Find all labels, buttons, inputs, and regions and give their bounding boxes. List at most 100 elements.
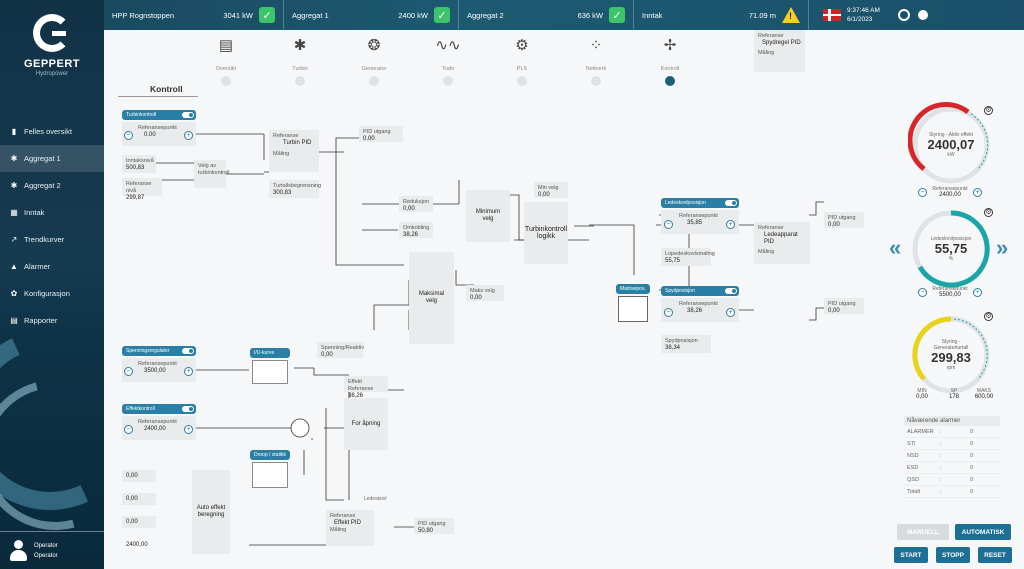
- nav-item-aggregat2[interactable]: ✱ Aggregat 2: [0, 172, 104, 199]
- input-field[interactable]: 0,00: [122, 516, 156, 528]
- block-label: PID utgang: [828, 215, 856, 221]
- gauge-value: 55,75: [934, 241, 968, 256]
- input-field[interactable]: 0,00: [122, 493, 156, 505]
- nav-item-trend[interactable]: ↗ Trendkurver: [0, 226, 104, 253]
- voltage-toggle[interactable]: Spenningsregulator: [122, 346, 196, 356]
- manual-button[interactable]: MANUELL: [897, 524, 949, 540]
- toggle-icon[interactable]: [725, 288, 737, 294]
- status-aggregat2[interactable]: Aggregat 2 636 kW ✓: [459, 0, 634, 30]
- stop-button[interactable]: STOPP: [936, 547, 970, 563]
- matrix-tag[interactable]: Matrisepos.: [616, 284, 650, 294]
- curve-graph-icon[interactable]: [252, 360, 288, 384]
- power-output: PID utgang 50,80: [414, 518, 454, 534]
- plus-icon[interactable]: +: [184, 367, 193, 376]
- matrix-grid-icon[interactable]: [618, 296, 648, 322]
- toggle-icon[interactable]: [725, 200, 737, 206]
- plus-icon[interactable]: +: [184, 425, 193, 434]
- block-value[interactable]: 5500,00: [930, 292, 970, 298]
- nav-item-alarmer[interactable]: ▲ Alarmer: [0, 253, 104, 280]
- power-pid-block[interactable]: Referanse Effekt PID Måling: [326, 510, 374, 546]
- guide-vane-pid-block[interactable]: Referanse Ledeapparat PID Måling: [754, 222, 810, 264]
- minus-icon[interactable]: −: [918, 288, 927, 297]
- droop-graph-icon[interactable]: [252, 462, 288, 488]
- chevron-left-icon[interactable]: «: [889, 235, 901, 261]
- pre-opening-block[interactable]: For åpning: [344, 398, 388, 450]
- toggle-icon[interactable]: [182, 406, 194, 412]
- minus-icon[interactable]: −: [124, 367, 133, 376]
- flag-icon[interactable]: [823, 9, 841, 21]
- settings-icon[interactable]: ⚙: [984, 312, 993, 321]
- plus-icon[interactable]: +: [973, 288, 982, 297]
- turbine-control-toggle[interactable]: Turbinkontroll: [122, 110, 196, 120]
- maximum-select-block[interactable]: Maksimal velg: [409, 252, 454, 344]
- tag-label: Ledeskovlposisjon: [665, 200, 706, 206]
- droop-tag[interactable]: Droop / statikk: [250, 450, 290, 460]
- pid-name: Effekt PID: [334, 520, 361, 526]
- tag-label: Turbinkontroll: [126, 112, 157, 118]
- turbine-pid-block[interactable]: Referanse Turbin PID Måling: [269, 130, 319, 172]
- block-value[interactable]: 2400,00: [930, 192, 970, 198]
- nav-label: Rapporter: [24, 316, 58, 325]
- alarm-row[interactable]: Totalt:0: [904, 486, 1000, 498]
- block-label: Referanse nivå: [126, 181, 152, 194]
- operator[interactable]: Operator Operator: [0, 531, 104, 569]
- alarm-name: Totalt: [907, 488, 921, 495]
- alarm-row[interactable]: ESD:0: [904, 462, 1000, 474]
- auto-power-block[interactable]: Auto effekt beregning: [192, 470, 230, 554]
- nav-item-rapporter[interactable]: ▤ Rapporter: [0, 307, 104, 334]
- block-label: Måling: [758, 50, 775, 56]
- minus-icon[interactable]: −: [664, 220, 673, 229]
- toggle-icon[interactable]: [182, 348, 194, 354]
- minus-icon[interactable]: −: [664, 308, 673, 317]
- spear-pid-block[interactable]: Referanse Spydregel PID Måling: [754, 30, 805, 72]
- gear-icon: ✱: [10, 154, 18, 163]
- plus-icon[interactable]: +: [726, 220, 735, 229]
- plus-icon[interactable]: +: [973, 188, 982, 197]
- speed-limit-block: Turtallsbegrensning 300,83: [269, 180, 321, 198]
- status-hpp[interactable]: HPP Rognstoppen 3041 kW ✓: [104, 0, 284, 30]
- alarm-row[interactable]: STI:0: [904, 438, 1000, 450]
- power-toggle[interactable]: Effektkontroll: [122, 404, 196, 414]
- settings-icon[interactable]: ⚙: [984, 208, 993, 217]
- alarm-row[interactable]: ALARMER:0: [904, 426, 1000, 438]
- status-aggregat1[interactable]: Aggregat 1 2400 kW ✓: [284, 0, 459, 30]
- start-button[interactable]: START: [894, 547, 928, 563]
- chevron-right-icon[interactable]: »: [996, 235, 1008, 261]
- plus-icon[interactable]: +: [726, 308, 735, 317]
- status-value: 636 kW: [577, 10, 603, 20]
- toggle-icon[interactable]: [182, 112, 194, 118]
- settings-icon[interactable]: [897, 9, 910, 21]
- block-label: Referanse: [758, 33, 784, 39]
- select-turbine-block[interactable]: Velg av turbinkontroll: [194, 160, 230, 188]
- settings-icon[interactable]: ⚙: [984, 106, 993, 115]
- guide-vane-gauge-text: Ledeskovlposisjon 55,75 %: [908, 206, 994, 292]
- minus-icon[interactable]: −: [124, 425, 133, 434]
- turbine-logic-block[interactable]: Turbinkontroll logikk: [524, 202, 568, 264]
- alarm-row[interactable]: QSD:0: [904, 474, 1000, 486]
- block-value[interactable]: 2400,00: [126, 426, 192, 433]
- pid-name: Ledeapparat PID: [764, 232, 798, 245]
- nav-item-konfig[interactable]: ✿ Konfigurasjon: [0, 280, 104, 307]
- status-inntak[interactable]: Inntak 71.09 m !: [634, 0, 809, 30]
- input-field[interactable]: 0,00: [122, 470, 156, 482]
- minus-icon[interactable]: −: [918, 188, 927, 197]
- plus-icon[interactable]: +: [184, 131, 193, 140]
- ui-curve-tag[interactable]: I/U-kurve: [250, 348, 290, 358]
- block-value[interactable]: 3500,00: [126, 368, 192, 375]
- nav-item-aggregat1[interactable]: ✱ Aggregat 1: [0, 145, 104, 172]
- operator-role: Operator: [34, 542, 58, 549]
- automatic-button[interactable]: AUTOMATISK: [955, 524, 1011, 540]
- reset-button[interactable]: RESET: [978, 547, 1012, 563]
- block-value[interactable]: 35,85: [665, 220, 735, 227]
- alarm-row[interactable]: NSD:0: [904, 450, 1000, 462]
- theme-toggle-icon[interactable]: [917, 10, 928, 20]
- spear-toggle[interactable]: Spydposisjon: [661, 286, 739, 296]
- block-value[interactable]: 0.00: [126, 132, 192, 139]
- tag-label: Effektkontroll: [126, 406, 155, 412]
- nav-item-felles[interactable]: ▮ Felles oversikt: [0, 118, 104, 145]
- guide-vane-toggle[interactable]: Ledeskovlposisjon: [661, 198, 739, 208]
- nav-item-inntak[interactable]: ▦ Inntak: [0, 199, 104, 226]
- minus-icon[interactable]: −: [124, 131, 133, 140]
- minimum-select-block[interactable]: Minimum velg: [466, 190, 510, 242]
- block-value[interactable]: 38,26: [665, 308, 735, 315]
